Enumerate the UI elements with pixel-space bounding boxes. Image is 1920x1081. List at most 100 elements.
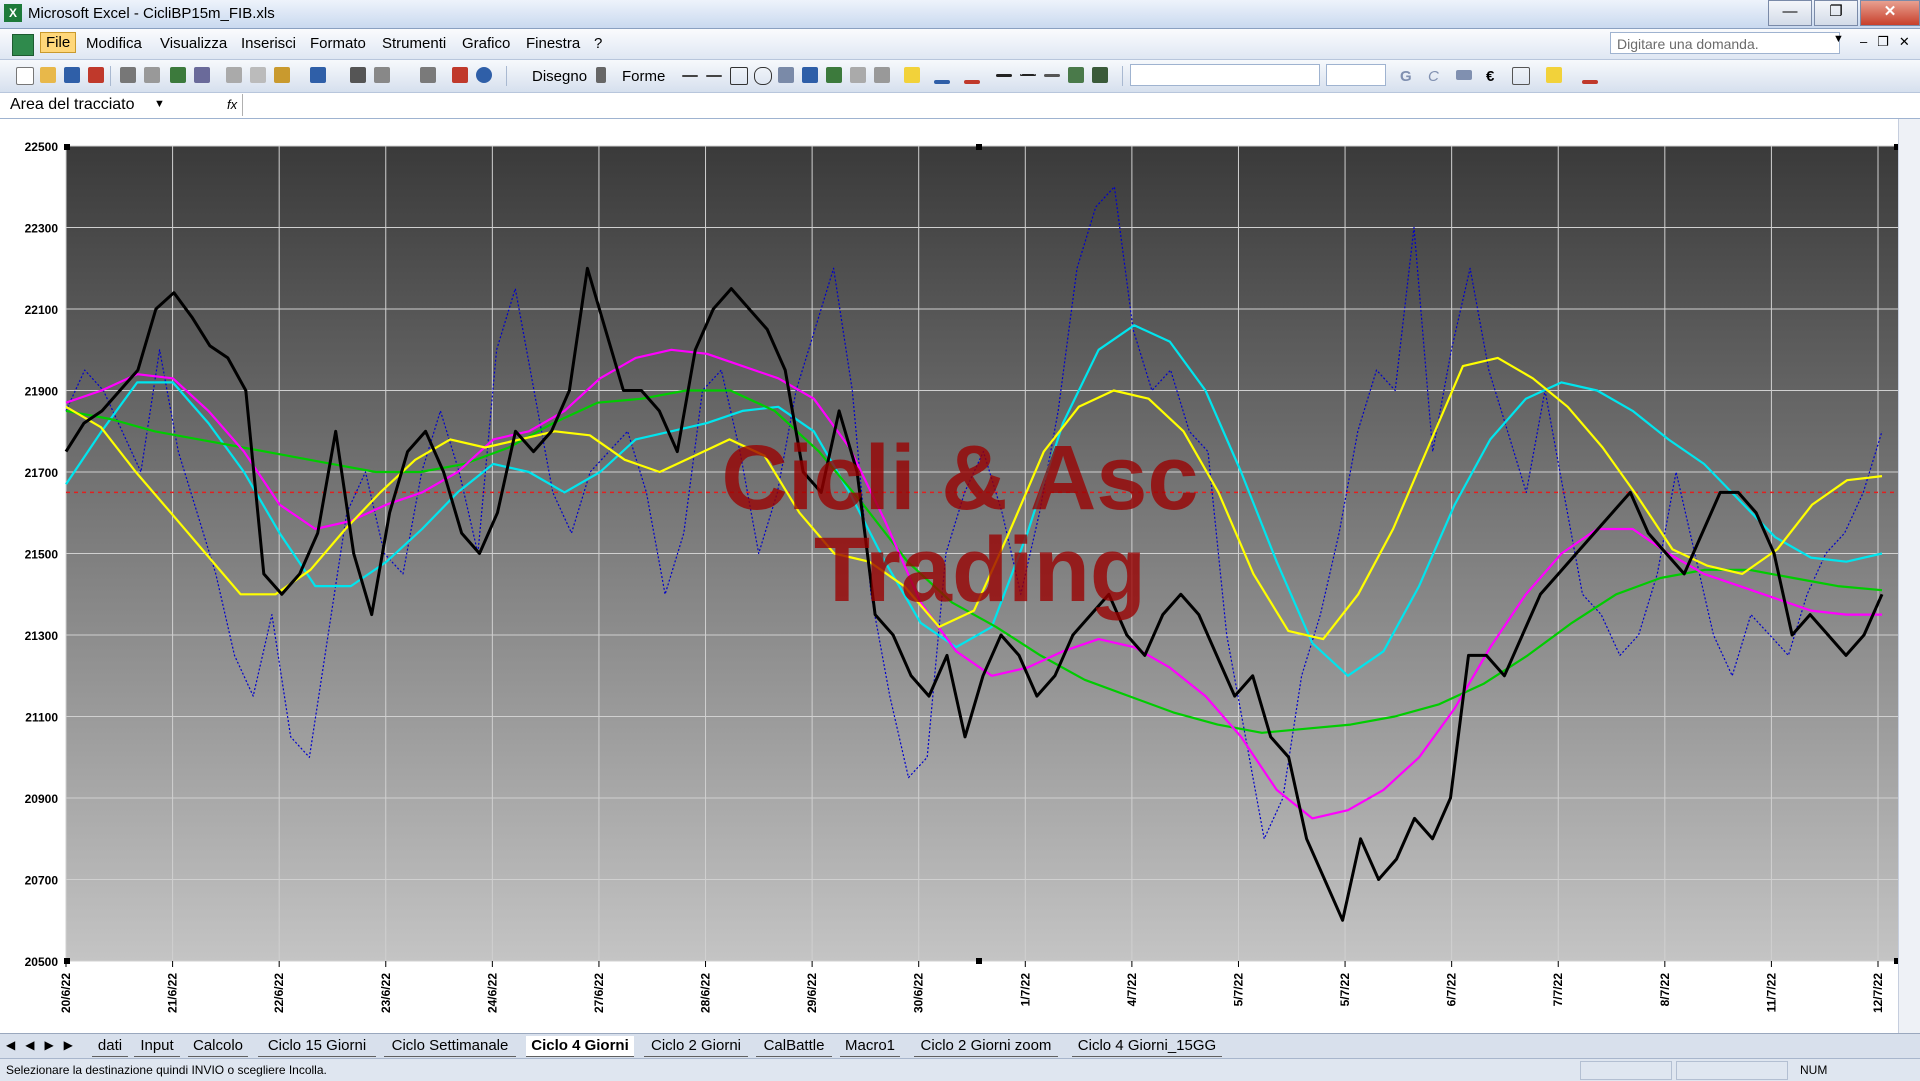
window-controls: — ❐ ✕	[1766, 0, 1920, 26]
euro-icon[interactable]: €	[1486, 68, 1494, 85]
tab-scroll-buttons[interactable]: ◀◀▶▶	[6, 1038, 83, 1052]
chart-sheet[interactable]: 22500 22300 22100 21900 21700 21500 21300 21100…	[0, 119, 1920, 1033]
watermark-line-1: Cicli & Asc	[721, 427, 1198, 529]
ask-question-input[interactable]: Digitare una domanda.	[1610, 32, 1840, 54]
menu-strumenti[interactable]: Strumenti	[382, 35, 446, 52]
tab-ciclo-settimanale[interactable]: Ciclo Settimanale	[384, 1036, 516, 1057]
chart-wizard-icon[interactable]	[452, 67, 468, 83]
oval-icon[interactable]	[754, 67, 772, 85]
window-title: Microsoft Excel - CicliBP15m_FIB.xls	[28, 5, 275, 22]
new-document-icon[interactable]	[16, 67, 34, 85]
rectangle-icon[interactable]	[730, 67, 748, 85]
tab-ciclo-4-giorni[interactable]: Ciclo 4 Giorni	[526, 1036, 634, 1057]
font-size-select[interactable]	[1326, 64, 1386, 86]
print-preview-icon[interactable]	[144, 67, 160, 83]
tab-input[interactable]: Input	[134, 1036, 180, 1057]
tab-calcolo[interactable]: Calcolo	[188, 1036, 248, 1057]
shadow-icon[interactable]	[1068, 67, 1084, 83]
3d-style-icon[interactable]	[1092, 67, 1108, 83]
name-box[interactable]: Area del tracciato ▼ fx	[2, 94, 243, 116]
minimize-icon[interactable]: —	[1768, 0, 1812, 26]
line-style-icon[interactable]	[996, 74, 1012, 77]
tab-ciclo-2-giorni-zoom[interactable]: Ciclo 2 Giorni zoom	[914, 1036, 1058, 1057]
tab-macro1[interactable]: Macro1	[840, 1036, 900, 1057]
arrow-style-icon[interactable]	[1044, 74, 1060, 77]
menu-finestra[interactable]: Finestra	[526, 35, 580, 52]
hyperlink-icon[interactable]	[350, 67, 366, 83]
x-tick-label: 4/7/22	[1125, 973, 1139, 1007]
menu-visualizza[interactable]: Visualizza	[160, 35, 227, 52]
research-icon[interactable]	[194, 67, 210, 83]
maximize-icon[interactable]: ❐	[1814, 0, 1858, 26]
menu-help[interactable]: ?	[594, 35, 602, 52]
menu-grafico[interactable]: Grafico	[462, 35, 510, 52]
tab-dati[interactable]: dati	[92, 1036, 128, 1057]
diagram-icon[interactable]	[826, 67, 842, 83]
draw-menu-button[interactable]: Disegno	[532, 68, 587, 85]
cell-fill-color-icon[interactable]	[1546, 67, 1562, 83]
insert-function-icon[interactable]: fx	[227, 97, 237, 112]
shapes-menu-button[interactable]: Forme	[622, 68, 665, 85]
x-tick-label: 7/7/22	[1551, 973, 1565, 1007]
bold-button[interactable]: G	[1400, 68, 1412, 85]
line-icon[interactable]	[682, 75, 698, 77]
formula-bar: Area del tracciato ▼ fx	[0, 93, 1920, 119]
align-center-icon[interactable]	[1456, 70, 1472, 80]
selection-handle[interactable]	[976, 144, 982, 150]
permission-icon[interactable]	[88, 67, 104, 83]
close-icon[interactable]: ✕	[1860, 0, 1920, 26]
spelling-icon[interactable]	[170, 67, 186, 83]
y-tick-label: 22300	[25, 222, 59, 236]
clipart-icon[interactable]	[850, 67, 866, 83]
x-tick-label: 27/6/22	[592, 973, 606, 1013]
fill-color-icon[interactable]	[904, 67, 920, 83]
italic-button[interactable]: C	[1428, 68, 1439, 85]
save-icon[interactable]	[64, 67, 80, 83]
print-icon[interactable]	[120, 67, 136, 83]
x-tick-label: 21/6/22	[166, 973, 180, 1013]
copy-icon[interactable]	[250, 67, 266, 83]
selection-handle[interactable]	[64, 144, 70, 150]
line-color-icon[interactable]	[934, 80, 950, 84]
y-tick-label: 21900	[25, 385, 59, 399]
vertical-scrollbar[interactable]	[1898, 119, 1920, 1033]
excel-icon[interactable]: X	[4, 4, 22, 22]
picture-icon[interactable]	[874, 67, 890, 83]
tab-ciclo-15-giorni[interactable]: Ciclo 15 Giorni	[258, 1036, 376, 1057]
cut-icon[interactable]	[226, 67, 242, 83]
menu-inserisci[interactable]: Inserisci	[241, 35, 296, 52]
autosum-icon[interactable]	[374, 67, 390, 83]
wordart-icon[interactable]	[802, 67, 818, 83]
borders-icon[interactable]	[1512, 67, 1530, 85]
x-tick-label: 6/7/22	[1445, 973, 1459, 1007]
dash-style-icon[interactable]	[1020, 74, 1036, 76]
font-name-select[interactable]	[1130, 64, 1320, 86]
paste-icon[interactable]	[274, 67, 290, 83]
select-objects-icon[interactable]	[596, 67, 606, 83]
help-icon[interactable]	[476, 67, 492, 83]
price-cycle-chart[interactable]: 22500 22300 22100 21900 21700 21500 21300 21100…	[0, 119, 1900, 1033]
font-color-icon[interactable]	[964, 80, 980, 84]
menu-file[interactable]: File	[40, 32, 77, 53]
menu-modifica[interactable]: Modifica	[86, 35, 142, 52]
mdi-window-controls[interactable]: –❐✕	[1860, 34, 1920, 50]
selection-handle[interactable]	[976, 958, 982, 964]
undo-icon[interactable]	[310, 67, 326, 83]
chevron-down-icon[interactable]: ▼	[1833, 33, 1844, 45]
textbox-icon[interactable]	[778, 67, 794, 83]
open-folder-icon[interactable]	[40, 67, 56, 83]
tab-calbattle[interactable]: CalBattle	[756, 1036, 832, 1057]
arrow-icon[interactable]	[706, 75, 722, 77]
chevron-down-icon[interactable]: ▼	[154, 98, 165, 110]
y-axis: 22500 22300 22100 21900 21700 21500 21300 21100…	[25, 140, 59, 969]
sort-icon[interactable]	[420, 67, 436, 83]
status-cell	[1580, 1061, 1672, 1080]
workbook-icon[interactable]	[12, 34, 34, 56]
x-tick-label: 5/7/22	[1338, 973, 1352, 1007]
tab-ciclo-2-giorni[interactable]: Ciclo 2 Giorni	[644, 1036, 748, 1057]
x-tick-label: 28/6/22	[699, 973, 713, 1013]
menu-formato[interactable]: Formato	[310, 35, 366, 52]
selection-handle[interactable]	[64, 958, 70, 964]
cell-font-color-icon[interactable]	[1582, 80, 1598, 84]
tab-ciclo-4-giorni-15gg[interactable]: Ciclo 4 Giorni_15GG	[1072, 1036, 1222, 1057]
